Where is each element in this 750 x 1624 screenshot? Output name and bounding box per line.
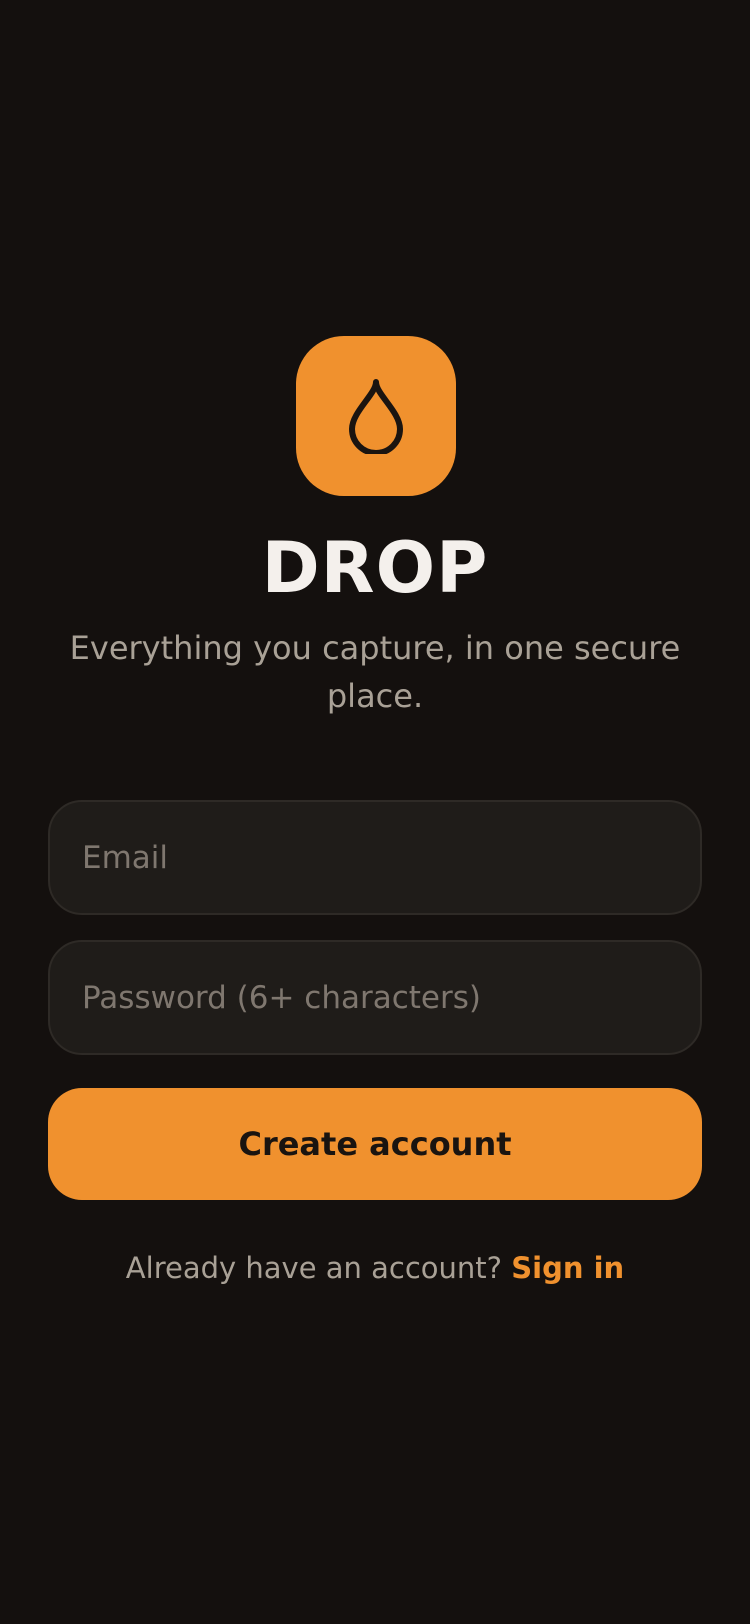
tagline: Everything you capture, in one secure pl…: [69, 629, 681, 715]
email-input[interactable]: [50, 802, 700, 913]
app-logo: [296, 336, 456, 496]
create-account-label: Create account: [238, 1125, 512, 1163]
drop-icon: [346, 378, 406, 454]
signin-prompt: Already have an account? Sign in: [0, 1248, 750, 1288]
signup-screen: DROP Everything you capture, in one secu…: [0, 0, 750, 1624]
password-input[interactable]: [50, 942, 700, 1053]
app-title: DROP: [261, 527, 489, 609]
password-field[interactable]: [48, 940, 702, 1055]
email-field[interactable]: [48, 800, 702, 915]
create-account-button[interactable]: Create account: [48, 1088, 702, 1200]
signin-prompt-text: Already have an account?: [125, 1251, 503, 1285]
sign-in-link[interactable]: Sign in: [511, 1251, 624, 1285]
